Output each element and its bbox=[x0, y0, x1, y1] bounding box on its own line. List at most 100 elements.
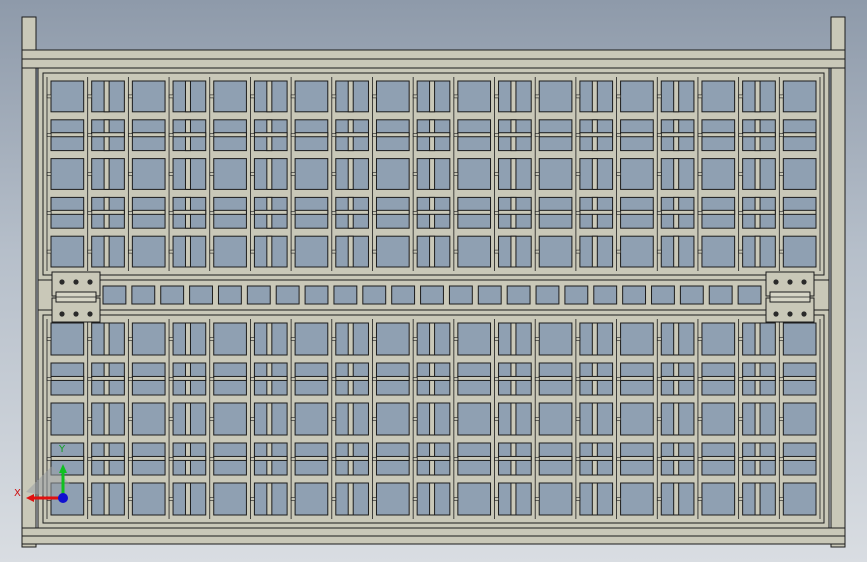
lower-mesh-opening bbox=[131, 322, 166, 356]
lower-mesh-crossbar bbox=[701, 455, 736, 461]
upper-wire-joint bbox=[128, 94, 133, 99]
upper-mesh-opening bbox=[782, 235, 817, 268]
upper-mesh-crossbar bbox=[91, 132, 125, 138]
lower-wire-joint bbox=[250, 417, 255, 421]
upper-wire-joint bbox=[168, 94, 174, 99]
lower-wire-joint bbox=[616, 497, 621, 501]
hinge-strip[interactable] bbox=[37, 279, 830, 311]
upper-wire-joint bbox=[738, 172, 743, 176]
lower-mesh-opening bbox=[538, 322, 573, 356]
lower-mesh-crossbar bbox=[294, 455, 329, 461]
lower-wire-joint bbox=[575, 417, 581, 421]
lower-wire-joint bbox=[168, 337, 174, 341]
upper-mesh-opening bbox=[457, 80, 492, 113]
lower-wire-joint bbox=[372, 457, 377, 461]
upper-mesh-crossbar bbox=[538, 132, 573, 138]
left-hinge-rivet bbox=[73, 311, 79, 317]
upper-mesh-opening bbox=[50, 235, 85, 268]
upper-mesh-crossbar bbox=[591, 158, 598, 190]
upper-wire-joint bbox=[331, 133, 337, 137]
upper-wire-joint bbox=[128, 172, 133, 176]
lower-mesh-opening bbox=[701, 402, 736, 436]
upper-wire-joint bbox=[656, 211, 662, 215]
lower-wire-joint bbox=[168, 417, 174, 421]
upper-wire-joint bbox=[412, 172, 418, 176]
lower-wire-joint bbox=[128, 497, 133, 501]
right-hinge-rivet bbox=[773, 311, 779, 317]
lower-wire-joint bbox=[87, 457, 92, 461]
upper-mesh-crossbar bbox=[416, 209, 451, 215]
lower-wire-joint bbox=[779, 457, 784, 461]
upper-mesh-opening bbox=[782, 80, 817, 113]
lower-mesh-crossbar bbox=[213, 375, 247, 381]
lower-wire-joint bbox=[372, 337, 377, 341]
upper-mesh-opening bbox=[131, 235, 166, 268]
lower-mesh-opening bbox=[538, 482, 573, 516]
lower-wire-joint bbox=[209, 457, 215, 461]
lower-mesh-crossbar bbox=[131, 375, 166, 381]
lower-mesh-opening bbox=[457, 482, 492, 516]
lower-mesh-crossbar bbox=[591, 402, 598, 436]
lower-wire-joint bbox=[697, 497, 703, 501]
upper-mesh-crossbar bbox=[701, 132, 736, 138]
upper-mesh-crossbar bbox=[673, 235, 680, 268]
lower-mesh-crossbar bbox=[660, 455, 695, 461]
upper-mesh-crossbar bbox=[538, 209, 573, 215]
right-hinge-rivet bbox=[787, 311, 793, 317]
upper-wire-joint bbox=[779, 94, 784, 99]
upper-mesh-opening bbox=[620, 235, 654, 268]
upper-wire-joint bbox=[372, 172, 377, 176]
upper-wire-joint bbox=[453, 133, 459, 137]
hinge-strip-opening bbox=[102, 285, 127, 305]
upper-wire-joint bbox=[128, 211, 133, 215]
lower-mesh-crossbar bbox=[375, 375, 410, 381]
upper-mesh-opening bbox=[213, 235, 247, 268]
cad-graphics-viewport[interactable]: X Y bbox=[0, 0, 867, 562]
lower-mesh-crossbar bbox=[103, 322, 110, 356]
upper-mesh-crossbar bbox=[579, 132, 614, 138]
lower-mesh-crossbar bbox=[579, 455, 614, 461]
upper-mesh-crossbar bbox=[375, 209, 410, 215]
upper-mesh-opening bbox=[131, 158, 166, 190]
z-axis-dot bbox=[58, 493, 68, 503]
lower-wire-joint bbox=[412, 377, 418, 381]
upper-mesh-crossbar bbox=[673, 158, 680, 190]
upper-mesh-crossbar bbox=[591, 80, 598, 113]
upper-mesh-crossbar bbox=[266, 80, 273, 113]
lower-wire-joint bbox=[616, 337, 621, 341]
upper-mesh-crossbar bbox=[660, 209, 695, 215]
lower-wire-joint bbox=[656, 377, 662, 381]
lower-mesh-crossbar bbox=[294, 375, 329, 381]
basket-drawing[interactable] bbox=[0, 0, 867, 562]
lower-mesh-opening bbox=[620, 482, 654, 516]
upper-mesh-crossbar bbox=[782, 132, 817, 138]
upper-wire-joint bbox=[209, 172, 215, 176]
upper-mesh-crossbar bbox=[457, 209, 492, 215]
lower-mesh-crossbar bbox=[742, 375, 776, 381]
lower-mesh-crossbar bbox=[335, 375, 369, 381]
basket-model[interactable] bbox=[0, 0, 867, 562]
upper-wire-joint bbox=[697, 133, 703, 137]
lower-wire-joint bbox=[331, 377, 337, 381]
lower-mesh-opening bbox=[538, 402, 573, 436]
hinge-strip-opening bbox=[391, 285, 416, 305]
upper-mesh-crossbar bbox=[172, 132, 207, 138]
upper-wire-joint bbox=[209, 249, 215, 254]
upper-mesh-crossbar bbox=[742, 209, 776, 215]
lower-wire-joint bbox=[290, 497, 296, 501]
lower-wire-joint bbox=[128, 457, 133, 461]
upper-mesh-opening bbox=[213, 80, 247, 113]
upper-mesh-panel[interactable] bbox=[37, 67, 830, 281]
lower-wire-joint bbox=[412, 497, 418, 501]
upper-mesh-crossbar bbox=[429, 80, 436, 113]
lower-mesh-panel[interactable] bbox=[37, 309, 830, 529]
hinge-strip-opening bbox=[593, 285, 618, 305]
upper-mesh-crossbar bbox=[429, 235, 436, 268]
lower-mesh-crossbar bbox=[50, 375, 85, 381]
upper-wire-joint bbox=[453, 172, 459, 176]
upper-wire-joint bbox=[575, 211, 581, 215]
left-hinge-rivet bbox=[87, 311, 93, 317]
lower-mesh-crossbar bbox=[347, 482, 354, 516]
lower-mesh-crossbar bbox=[416, 455, 451, 461]
upper-mesh-crossbar bbox=[347, 80, 354, 113]
